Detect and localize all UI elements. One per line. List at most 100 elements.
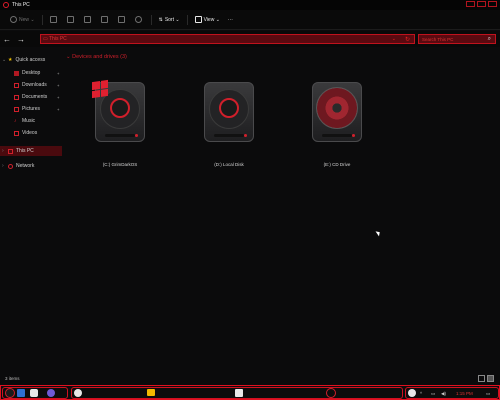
drive-label: (C:) GrimDarkOS	[102, 162, 138, 167]
app-icon[interactable]	[326, 388, 336, 398]
address-field[interactable]: ▭ This PC ⌄ ↻	[40, 34, 415, 44]
sort-button[interactable]: ⇅ Sort ⌄	[155, 13, 184, 27]
sidebar-item-label: This PC	[16, 148, 34, 154]
clock[interactable]: 1:15 PM	[456, 391, 473, 396]
cut-icon	[49, 16, 57, 23]
store-icon[interactable]	[30, 389, 38, 397]
navigation-pane: ⌄ ★ Quick access Desktop ✦ Downloads ✦ D…	[0, 50, 62, 372]
chevron-down-icon[interactable]: ⌄	[392, 36, 396, 42]
videos-icon	[14, 130, 19, 136]
drive-slot	[105, 134, 135, 137]
computer-icon: ▭	[43, 36, 48, 42]
view-icon	[194, 16, 202, 23]
sidebar-item-quick-access[interactable]: ⌄ ★ Quick access	[0, 55, 62, 65]
desktop-icon	[14, 70, 19, 76]
maximize-button[interactable]	[477, 1, 486, 7]
new-icon	[10, 16, 17, 23]
item-count: 3 items	[5, 376, 20, 381]
sidebar-item-downloads[interactable]: Downloads ✦	[0, 80, 62, 90]
share-icon	[117, 16, 125, 23]
sort-button-label: Sort	[164, 16, 174, 23]
drive-led	[244, 134, 247, 137]
volume-icon[interactable]: ◀)	[441, 391, 446, 397]
status-bar: 3 items	[0, 372, 500, 385]
copy-icon	[66, 16, 74, 23]
yin-yang-icon[interactable]	[74, 389, 82, 397]
new-button-label: New	[19, 16, 30, 23]
sidebar-item-documents[interactable]: Documents ✦	[0, 92, 62, 102]
refresh-button[interactable]: ↻	[405, 36, 410, 43]
drive-slot	[322, 134, 352, 137]
drive-led	[352, 134, 355, 137]
section-header[interactable]: ⌄ Devices and drives (3)	[66, 54, 127, 60]
minimize-button[interactable]	[466, 1, 475, 7]
sidebar-item-label: Network	[16, 163, 35, 169]
sidebar-item-videos[interactable]: Videos	[0, 128, 62, 138]
store-icon[interactable]	[235, 389, 243, 397]
window-controls	[466, 1, 497, 7]
yin-yang-icon[interactable]	[408, 389, 416, 397]
back-button[interactable]: ←	[0, 35, 14, 44]
drive-ring	[219, 98, 239, 118]
title-bar: This PC	[0, 0, 500, 10]
sidebar-item-label: Pictures	[22, 106, 41, 112]
sidebar-item-label: Videos	[22, 130, 38, 136]
sort-icon: ⇅	[158, 16, 163, 23]
computer-icon	[8, 148, 13, 154]
window-title: This PC	[12, 2, 30, 8]
cd-disc	[316, 87, 358, 129]
search-input[interactable]: Search This PC ⌕	[418, 34, 496, 44]
sidebar-item-this-pc[interactable]: › This PC	[0, 146, 62, 156]
pin-icon: ✦	[56, 94, 60, 100]
notification-icon[interactable]: ▭	[486, 391, 490, 397]
drive-label: (D:) Local Disk	[214, 162, 244, 167]
details-view-button[interactable]	[478, 375, 485, 382]
address-bar-row: ← → ▭ This PC ⌄ ↻ Search This PC ⌕	[0, 31, 500, 47]
cut-button[interactable]	[46, 13, 63, 27]
sidebar-item-label: Documents	[22, 94, 48, 100]
taskbar: ^ ▭ ◀) 1:15 PM ▭	[0, 385, 500, 400]
more-options-button[interactable]: ···	[224, 13, 237, 27]
pin-icon: ✦	[56, 82, 60, 88]
view-button-label: View	[203, 16, 215, 23]
task-view-icon[interactable]	[17, 389, 25, 397]
app-icon[interactable]	[47, 389, 55, 397]
start-button[interactable]	[5, 388, 15, 398]
delete-button[interactable]	[131, 13, 148, 27]
hard-drive-icon	[204, 82, 254, 142]
sidebar-item-label: Music	[22, 118, 36, 124]
view-button[interactable]: View ⌄	[191, 13, 224, 27]
tiles-view-button[interactable]	[487, 375, 494, 382]
taskbar-apps-group	[71, 387, 403, 399]
sidebar-item-network[interactable]: › Network	[0, 161, 62, 171]
rename-icon	[100, 16, 108, 23]
sidebar-item-desktop[interactable]: Desktop ✦	[0, 68, 62, 78]
windows-logo-icon	[92, 79, 108, 99]
drive-ring	[110, 98, 130, 118]
share-button[interactable]	[114, 13, 131, 27]
network-icon	[8, 163, 13, 169]
copy-button[interactable]	[63, 13, 80, 27]
taskbar-start-group	[2, 387, 68, 399]
close-button[interactable]	[488, 1, 497, 7]
pin-icon: ✦	[56, 106, 60, 112]
sidebar-item-label: Downloads	[22, 82, 47, 88]
sidebar-item-music[interactable]: ♪ Music	[0, 116, 62, 126]
forward-button[interactable]: →	[14, 35, 28, 44]
app-icon	[3, 2, 9, 8]
drive-label: (E:) CD Drive	[323, 162, 351, 167]
search-icon: ⌕	[487, 35, 491, 42]
new-button[interactable]: New ⌄	[6, 13, 39, 27]
download-icon	[14, 82, 19, 88]
file-explorer-icon[interactable]	[147, 389, 155, 396]
chevron-up-icon[interactable]: ^	[420, 391, 422, 396]
toolbar-divider	[186, 14, 188, 25]
paste-icon	[83, 16, 91, 23]
paste-button[interactable]	[80, 13, 97, 27]
network-icon[interactable]: ▭	[431, 391, 435, 397]
rename-button[interactable]	[97, 13, 114, 27]
star-icon: ★	[8, 57, 13, 63]
sidebar-item-pictures[interactable]: Pictures ✦	[0, 104, 62, 114]
sidebar-item-label: Desktop	[22, 70, 41, 76]
pin-icon: ✦	[56, 70, 60, 76]
